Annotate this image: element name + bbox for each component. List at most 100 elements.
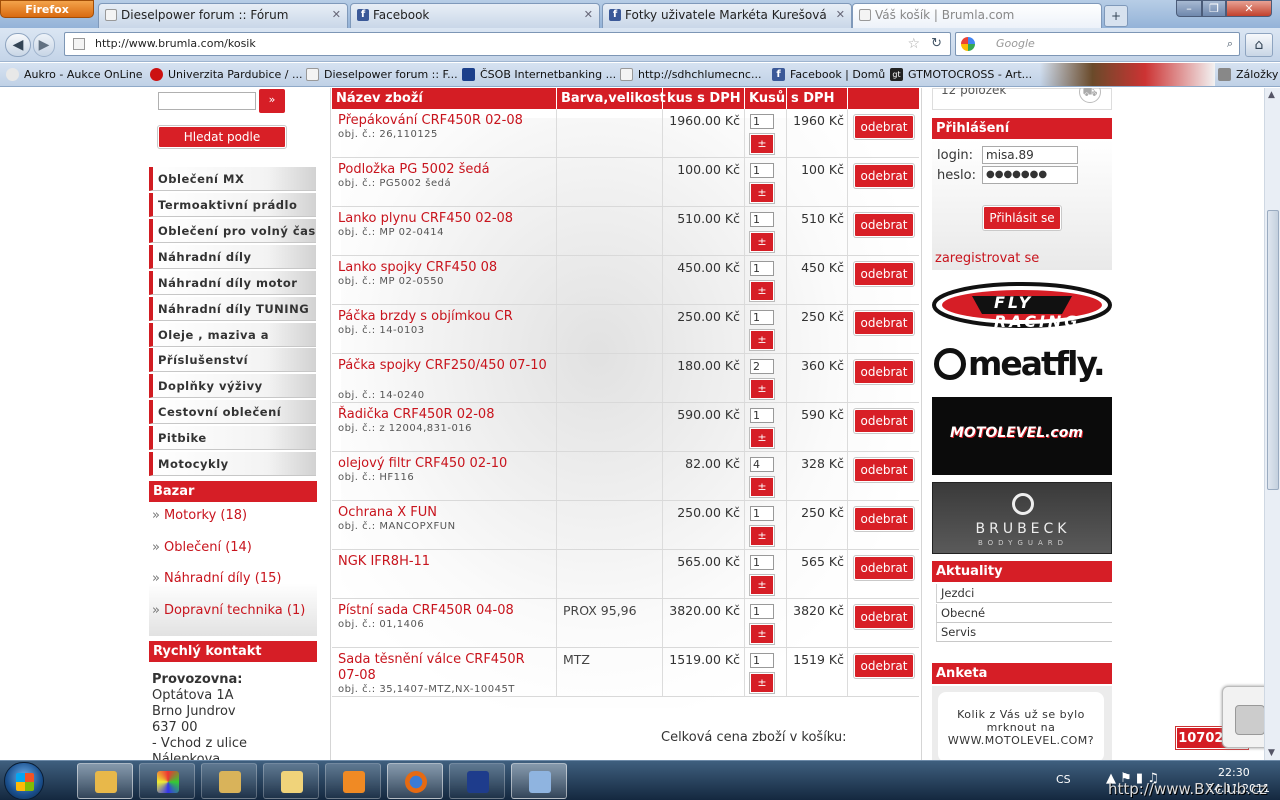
product-name-link[interactable]: Lanko plynu CRF450 02-08 (338, 211, 548, 227)
back-button[interactable]: ◀ (5, 33, 31, 57)
remove-item-button[interactable]: odebrat (854, 164, 914, 188)
update-quantity-button[interactable]: ± (750, 183, 774, 203)
taskbar-files[interactable] (201, 763, 257, 799)
floating-widget[interactable] (1222, 686, 1264, 748)
category-pitbike[interactable]: Pitbike (149, 426, 316, 450)
product-name-link[interactable]: NGK IFR8H-11 (338, 554, 548, 570)
tab-facebook[interactable]: f Facebook ✕ (350, 3, 600, 28)
quantity-input[interactable]: 1 (750, 408, 774, 423)
login-input[interactable]: misa.89 (982, 146, 1078, 164)
brubeck-logo[interactable]: BRUBECK BODYGUARD (932, 482, 1112, 554)
remove-item-button[interactable]: odebrat (854, 507, 914, 531)
taskbar-paint[interactable] (139, 763, 195, 799)
register-link[interactable]: zaregistrovat se (935, 251, 1039, 266)
login-button[interactable]: Přihlásit se (983, 206, 1061, 230)
update-quantity-button[interactable]: ± (750, 330, 774, 350)
fly-racing-logo[interactable]: FLY RACING (932, 282, 1112, 331)
quantity-input[interactable]: 1 (750, 261, 774, 276)
password-input[interactable]: ●●●●●●● (982, 166, 1078, 184)
quantity-input[interactable]: 1 (750, 212, 774, 227)
category-obleceni-mx[interactable]: Oblečení MX (149, 167, 316, 191)
category-volny-cas[interactable]: Oblečení pro volný čas (149, 219, 316, 243)
bookmark-aukro[interactable]: Aukro - Aukce OnLine (6, 67, 143, 83)
category-termoaktivni[interactable]: Termoaktivní prádlo (149, 193, 316, 217)
scroll-up-arrow[interactable]: ▲ (1268, 90, 1275, 100)
product-name-link[interactable]: Přepákování CRF450R 02-08 (338, 113, 548, 129)
search-field[interactable] (158, 92, 256, 110)
reload-icon[interactable]: ↻ (931, 33, 942, 55)
product-name-link[interactable]: olejový filtr CRF450 02-10 (338, 456, 548, 472)
quantity-input[interactable]: 1 (750, 310, 774, 325)
bookmark-sdh[interactable]: http://sdhchlumecnc... (620, 67, 761, 83)
update-quantity-button[interactable]: ± (750, 673, 774, 693)
bazar-link-motorky[interactable]: » Motorky (18) (152, 508, 247, 523)
update-quantity-button[interactable]: ± (750, 379, 774, 399)
firefox-menu-button[interactable]: Firefox (0, 0, 94, 18)
motolevel-logo[interactable]: MOTOLEVEL.com (932, 397, 1112, 475)
mini-cart[interactable]: 12 položek ⛟ (932, 88, 1112, 110)
bazar-link-nahradni-dily[interactable]: » Náhradní díly (15) (152, 571, 281, 586)
update-quantity-button[interactable]: ± (750, 477, 774, 497)
quantity-input[interactable]: 1 (750, 163, 774, 178)
quantity-input[interactable]: 1 (750, 604, 774, 619)
search-by-bike-button[interactable]: Hledat podle motorky (158, 126, 286, 164)
maximize-button[interactable]: ❐ (1202, 0, 1226, 17)
category-doplnky[interactable]: Doplňky výživy (149, 374, 316, 398)
url-bar[interactable]: http://www.brumla.com/kosik ☆ ↻ (64, 32, 951, 56)
start-button[interactable] (4, 762, 44, 800)
update-quantity-button[interactable]: ± (750, 624, 774, 644)
close-tab-icon[interactable]: ✕ (584, 4, 593, 26)
bookmark-facebook[interactable]: f Facebook | Domů (772, 67, 885, 83)
taskbar-library[interactable] (263, 763, 319, 799)
tab-kosik[interactable]: Váš košík | Brumla.com (852, 3, 1102, 28)
scrollbar-thumb[interactable] (1267, 210, 1279, 490)
product-name-link[interactable]: Páčka brzdy s objímkou CR (338, 309, 548, 325)
quantity-input[interactable]: 4 (750, 457, 774, 472)
taskbar-editor[interactable] (511, 763, 567, 799)
category-motor[interactable]: Náhradní díly motor (149, 271, 316, 295)
category-cestovni[interactable]: Cestovní oblečení (149, 400, 316, 424)
bookmark-dieselpower[interactable]: Dieselpower forum :: F... (306, 67, 458, 83)
news-item-servis[interactable]: Servis (936, 623, 1112, 642)
new-tab-button[interactable]: + (1104, 5, 1128, 27)
remove-item-button[interactable]: odebrat (854, 262, 914, 286)
product-name-link[interactable]: Lanko spojky CRF450 08 (338, 260, 548, 276)
quantity-input[interactable]: 2 (750, 359, 774, 374)
remove-item-button[interactable]: odebrat (854, 654, 914, 678)
category-tuning[interactable]: Náhradní díly TUNING (149, 297, 316, 321)
product-name-link[interactable]: Pístní sada CRF450R 04-08 (338, 603, 548, 619)
category-motocykly[interactable]: Motocykly (149, 452, 316, 476)
bookmark-univerzita[interactable]: Univerzita Pardubice / ... (150, 67, 302, 83)
product-name-link[interactable]: Ochrana X FUN (338, 505, 548, 521)
close-tab-icon[interactable]: ✕ (332, 4, 341, 26)
meatfly-logo[interactable]: meatfly. (932, 338, 1112, 388)
star-icon[interactable]: ☆ (907, 33, 920, 55)
forward-button[interactable]: ▶ (33, 33, 55, 57)
scroll-down-arrow[interactable]: ▼ (1268, 748, 1275, 758)
bookmark-gtmotocross[interactable]: gt GTMOTOCROSS - Art... (890, 67, 1040, 83)
vertical-scrollbar[interactable]: ▲ ▼ (1264, 88, 1280, 760)
remove-item-button[interactable]: odebrat (854, 360, 914, 384)
quantity-input[interactable]: 1 (750, 653, 774, 668)
close-tab-icon[interactable]: ✕ (836, 4, 845, 26)
bazar-link-obleceni[interactable]: » Oblečení (14) (152, 540, 252, 555)
taskbar-app[interactable] (449, 763, 505, 799)
minimize-button[interactable]: – (1176, 0, 1202, 17)
bookmark-csob[interactable]: ČSOB Internetbanking ... (462, 67, 616, 83)
bookmarks-menu[interactable]: Záložky (1218, 67, 1278, 83)
tab-dieselpower[interactable]: Dieselpower forum :: Fórum ✕ (98, 3, 348, 28)
search-go-button[interactable]: » (259, 89, 285, 113)
language-indicator[interactable]: CS (1056, 773, 1071, 786)
product-name-link[interactable]: Podložka PG 5002 šedá (338, 162, 548, 178)
clock-time[interactable]: 22:30 (1218, 766, 1250, 779)
update-quantity-button[interactable]: ± (750, 134, 774, 154)
home-button[interactable]: ⌂ (1245, 33, 1273, 57)
product-name-link[interactable]: Páčka spojky CRF250/450 07-10 (338, 358, 548, 374)
product-name-link[interactable]: Sada těsnění válce CRF450R 07-08 (338, 652, 548, 684)
quantity-input[interactable]: 1 (750, 555, 774, 570)
tab-fotky[interactable]: f Fotky uživatele Markéta Kurešová ✕ (602, 3, 852, 28)
news-item-obecne[interactable]: Obecné (936, 604, 1112, 623)
search-icon[interactable]: ⌕ (1227, 33, 1233, 55)
update-quantity-button[interactable]: ± (750, 232, 774, 252)
category-podvozek[interactable]: Náhradní díly podvozek (149, 245, 316, 288)
